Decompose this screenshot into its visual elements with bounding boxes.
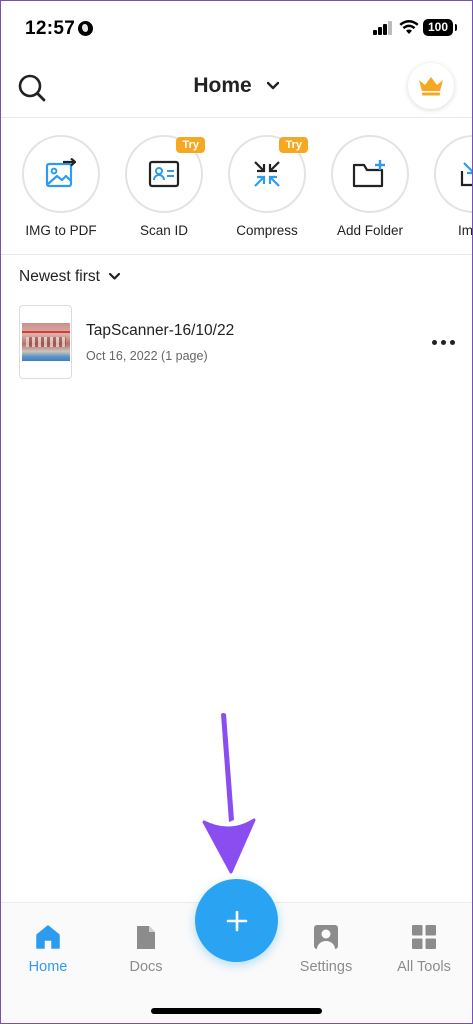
tab-home[interactable]: Home [3, 923, 93, 975]
more-options-button[interactable] [428, 335, 458, 351]
person-icon [314, 925, 338, 949]
home-indicator [151, 1008, 322, 1014]
compress-icon [254, 161, 280, 187]
quick-tools-row: IMG to PDF Try Scan ID Try Compress Add … [0, 118, 473, 255]
more-dot [432, 340, 437, 345]
crown-icon [419, 77, 443, 96]
tool-scan-id[interactable]: Try Scan ID [114, 135, 214, 238]
tab-docs[interactable]: Docs [101, 923, 191, 975]
tool-circle [434, 135, 473, 213]
document-thumbnail [19, 305, 72, 379]
id-card-icon [148, 160, 180, 188]
import-icon [460, 162, 473, 187]
premium-button[interactable] [408, 63, 454, 109]
image-to-pdf-icon [45, 158, 77, 188]
document-title: TapScanner-16/10/22 [86, 322, 235, 339]
tool-label: Add Folder [336, 223, 404, 238]
add-scan-button[interactable] [195, 879, 278, 962]
document-icon [137, 925, 155, 949]
chevron-down-icon [109, 273, 121, 281]
status-bar: 12:57 100 [0, 0, 473, 58]
tab-all-tools[interactable]: All Tools [379, 923, 469, 975]
grid-icon [412, 925, 436, 949]
home-dropdown[interactable]: Home [0, 74, 473, 98]
more-dot [441, 340, 446, 345]
page-title: Home [193, 74, 252, 97]
tool-circle [22, 135, 100, 213]
tool-add-folder[interactable]: Add Folder [320, 135, 420, 238]
tab-label: Docs [129, 959, 163, 975]
tool-circle: Try [228, 135, 308, 213]
sort-label: Newest first [19, 268, 100, 285]
annotation-arrow-icon [202, 713, 256, 874]
signal-icon [373, 21, 393, 35]
tool-img-to-pdf[interactable]: IMG to PDF [11, 135, 111, 238]
tool-circle: Try [125, 135, 205, 213]
wifi-icon [399, 20, 419, 34]
status-time: 12:57 [25, 18, 76, 39]
top-navigation-bar: Home [0, 58, 473, 118]
battery-icon: 100 [423, 19, 457, 36]
tool-label: IMG to PDF [25, 223, 97, 238]
more-dot [450, 340, 455, 345]
try-badge: Try [279, 137, 308, 153]
tool-label: Compress [236, 223, 298, 238]
home-icon [36, 925, 60, 949]
tab-label: Home [28, 959, 68, 975]
tab-label: Settings [299, 959, 353, 975]
document-meta: Oct 16, 2022 (1 page) [86, 349, 208, 363]
add-folder-icon [352, 160, 385, 188]
plus-icon [226, 910, 247, 931]
globe-icon [78, 21, 93, 36]
sort-dropdown[interactable]: Newest first [19, 268, 121, 286]
chevron-down-icon [266, 82, 279, 90]
tool-import[interactable]: Impo [423, 135, 473, 238]
tool-compress[interactable]: Try Compress [217, 135, 317, 238]
tab-label: All Tools [397, 959, 451, 975]
tool-circle [331, 135, 409, 213]
tool-label: Impo [457, 223, 473, 238]
tool-label: Scan ID [139, 223, 189, 238]
tab-settings[interactable]: Settings [281, 923, 371, 975]
try-badge: Try [176, 137, 205, 153]
document-row[interactable]: TapScanner-16/10/22 Oct 16, 2022 (1 page… [0, 305, 473, 381]
